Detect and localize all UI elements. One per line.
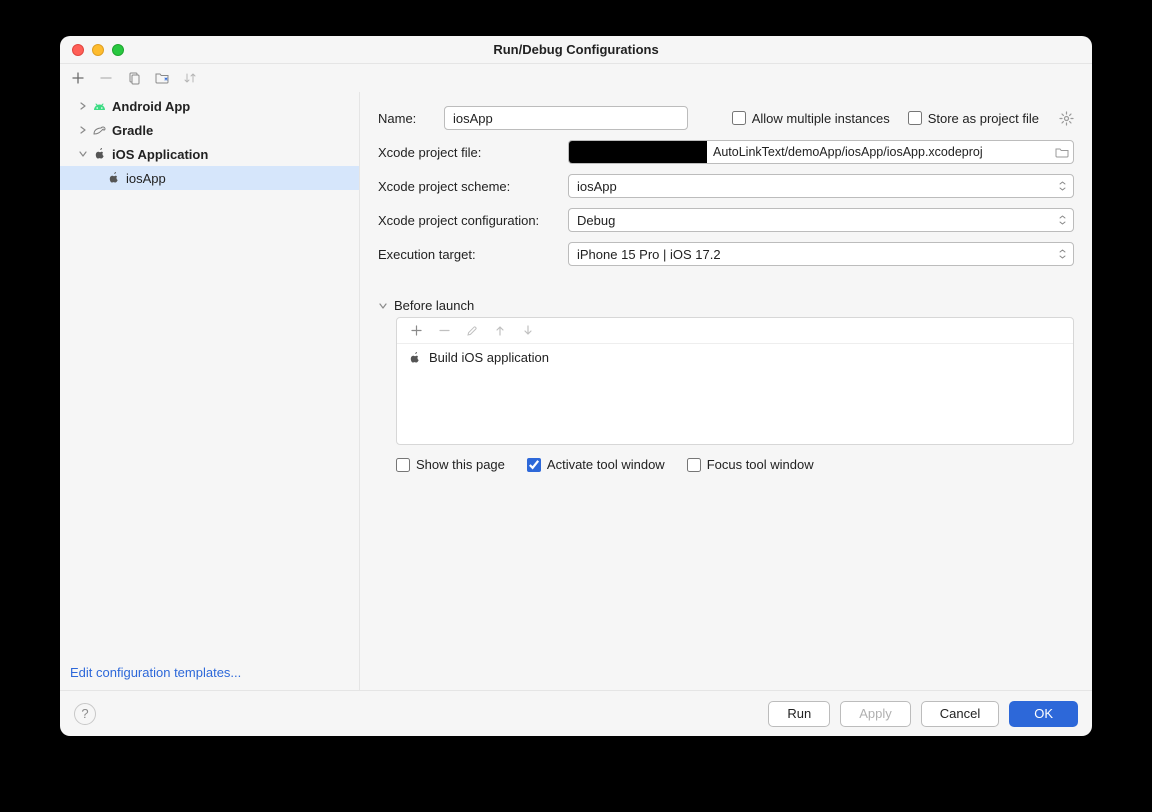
- dialog-window: Run/Debug Configurations: [60, 36, 1092, 736]
- before-launch-toolbar: [397, 318, 1073, 344]
- folder-icon[interactable]: [154, 70, 170, 86]
- scheme-value: iosApp: [577, 179, 1058, 194]
- window-controls: [72, 44, 124, 56]
- tree-label: Gradle: [112, 123, 153, 138]
- config-tree: Android App Gradle: [60, 94, 359, 657]
- add-config-icon[interactable]: [70, 70, 86, 86]
- target-value: iPhone 15 Pro | iOS 17.2: [577, 247, 1058, 262]
- allow-multiple-checkbox[interactable]: Allow multiple instances: [732, 111, 890, 126]
- before-launch-header[interactable]: Before launch: [378, 298, 1074, 313]
- xcode-file-value: AutoLinkText/demoApp/iosApp/iosApp.xcode…: [707, 145, 1051, 159]
- tree-item-iosapp[interactable]: iosApp: [60, 166, 359, 190]
- tree-label: Android App: [112, 99, 190, 114]
- name-input[interactable]: [444, 106, 688, 130]
- config-form: Name: Allow multiple instances Store as …: [360, 92, 1092, 690]
- before-launch-box: Build iOS application: [396, 317, 1074, 445]
- remove-task-icon[interactable]: [437, 324, 451, 338]
- before-launch-section: Before launch: [378, 298, 1074, 472]
- scheme-label: Xcode project scheme:: [378, 179, 558, 194]
- remove-config-icon[interactable]: [98, 70, 114, 86]
- apple-icon: [106, 171, 120, 185]
- config-label: Xcode project configuration:: [378, 213, 558, 228]
- chevron-down-icon: [1058, 180, 1067, 192]
- close-window-button[interactable]: [72, 44, 84, 56]
- before-launch-item-label: Build iOS application: [429, 350, 549, 365]
- chevron-right-icon: [78, 125, 88, 135]
- chevron-down-icon: [78, 149, 88, 159]
- dialog-footer: ? Run Apply Cancel OK: [60, 690, 1092, 736]
- tree-item-android[interactable]: Android App: [60, 94, 359, 118]
- target-row: Execution target: iPhone 15 Pro | iOS 17…: [378, 242, 1074, 266]
- browse-folder-icon[interactable]: [1051, 147, 1073, 158]
- tree-label: iosApp: [126, 171, 166, 186]
- chevron-down-icon: [1058, 214, 1067, 226]
- target-select[interactable]: iPhone 15 Pro | iOS 17.2: [568, 242, 1074, 266]
- allow-multiple-label: Allow multiple instances: [752, 111, 890, 126]
- scheme-select[interactable]: iosApp: [568, 174, 1074, 198]
- xcode-file-row: Xcode project file: AutoLinkText/demoApp…: [378, 140, 1074, 164]
- apply-button[interactable]: Apply: [840, 701, 911, 727]
- ok-button[interactable]: OK: [1009, 701, 1078, 727]
- name-row: Name: Allow multiple instances Store as …: [378, 106, 1074, 130]
- copy-config-icon[interactable]: [126, 70, 142, 86]
- apple-icon: [407, 351, 421, 365]
- dialog-title: Run/Debug Configurations: [493, 42, 658, 57]
- apple-icon: [92, 147, 106, 161]
- config-row: Xcode project configuration: Debug: [378, 208, 1074, 232]
- launch-checks: Show this page Activate tool window Focu…: [396, 457, 1074, 472]
- focus-tool-label: Focus tool window: [707, 457, 814, 472]
- tree-item-gradle[interactable]: Gradle: [60, 118, 359, 142]
- chevron-down-icon: [1058, 248, 1067, 260]
- move-down-icon[interactable]: [521, 324, 535, 338]
- config-toolbar: [60, 64, 1092, 92]
- minimize-window-button[interactable]: [92, 44, 104, 56]
- name-label: Name:: [378, 111, 434, 126]
- add-task-icon[interactable]: [409, 324, 423, 338]
- zoom-window-button[interactable]: [112, 44, 124, 56]
- activate-tool-label: Activate tool window: [547, 457, 665, 472]
- store-project-label: Store as project file: [928, 111, 1039, 126]
- tree-label: iOS Application: [112, 147, 208, 162]
- store-project-checkbox[interactable]: Store as project file: [908, 111, 1039, 126]
- tree-item-ios-application[interactable]: iOS Application: [60, 142, 359, 166]
- show-page-label: Show this page: [416, 457, 505, 472]
- dialog-body: Android App Gradle: [60, 92, 1092, 690]
- focus-tool-checkbox[interactable]: Focus tool window: [687, 457, 814, 472]
- cancel-button[interactable]: Cancel: [921, 701, 999, 727]
- xcode-file-input[interactable]: AutoLinkText/demoApp/iosApp/iosApp.xcode…: [568, 140, 1074, 164]
- show-page-checkbox[interactable]: Show this page: [396, 457, 505, 472]
- xcode-file-label: Xcode project file:: [378, 145, 558, 160]
- scheme-row: Xcode project scheme: iosApp: [378, 174, 1074, 198]
- before-launch-label: Before launch: [394, 298, 474, 313]
- titlebar: Run/Debug Configurations: [60, 36, 1092, 64]
- android-icon: [92, 99, 106, 113]
- config-value: Debug: [577, 213, 1058, 228]
- target-label: Execution target:: [378, 247, 558, 262]
- sort-icon[interactable]: [182, 70, 198, 86]
- activate-tool-checkbox[interactable]: Activate tool window: [527, 457, 665, 472]
- config-select[interactable]: Debug: [568, 208, 1074, 232]
- gear-icon[interactable]: [1059, 111, 1074, 126]
- config-sidebar: Android App Gradle: [60, 92, 360, 690]
- move-up-icon[interactable]: [493, 324, 507, 338]
- edit-task-icon[interactable]: [465, 324, 479, 338]
- edit-templates-link[interactable]: Edit configuration templates...: [60, 657, 359, 690]
- redacted-path: [569, 141, 707, 163]
- run-button[interactable]: Run: [768, 701, 830, 727]
- chevron-right-icon: [78, 101, 88, 111]
- help-icon[interactable]: ?: [74, 703, 96, 725]
- chevron-down-icon: [378, 301, 388, 311]
- before-launch-item[interactable]: Build iOS application: [397, 344, 1073, 371]
- gradle-icon: [92, 123, 106, 137]
